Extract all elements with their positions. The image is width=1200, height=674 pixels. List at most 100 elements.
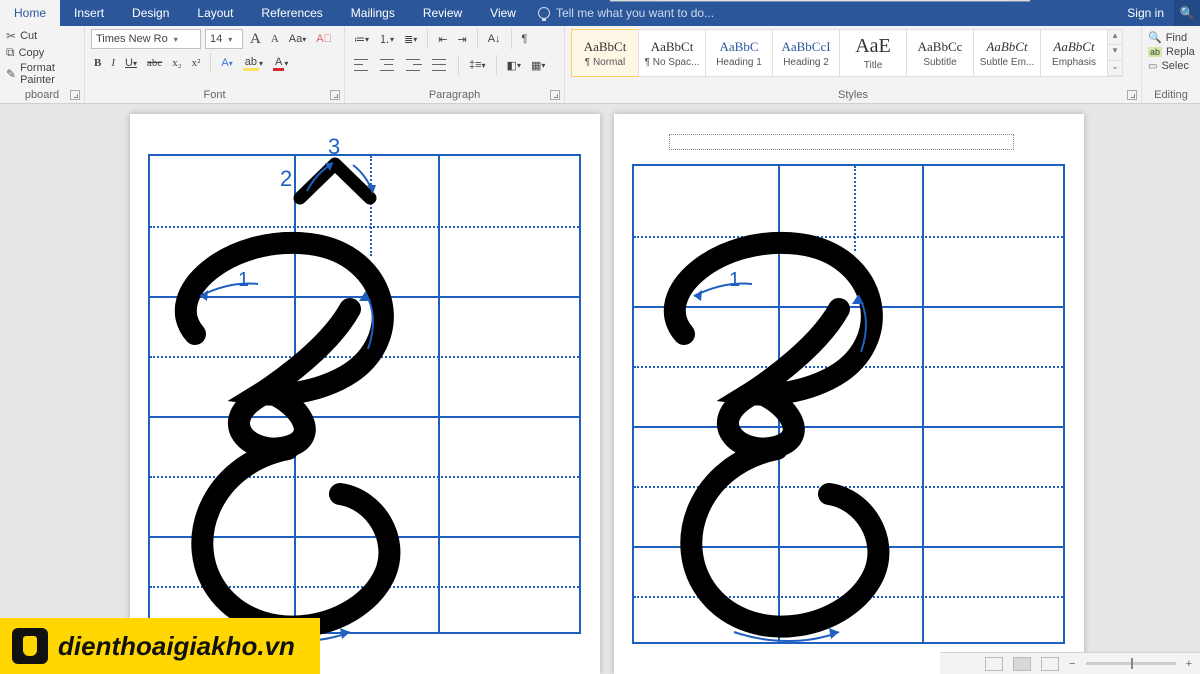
- u-label: U: [125, 57, 133, 69]
- paragraph-dialog-launcher[interactable]: [550, 90, 560, 100]
- highlight-button[interactable]: ab▾: [240, 55, 266, 72]
- menu-tabs: Home Insert Design Layout References Mai…: [0, 0, 1200, 26]
- scissors-icon: [6, 29, 16, 43]
- tab-review[interactable]: Review: [409, 0, 476, 26]
- decrease-indent-button[interactable]: ⇤: [435, 32, 450, 47]
- group-clipboard: Cut Copy Format Painter pboard: [0, 26, 85, 103]
- painter-label: Format Painter: [20, 62, 78, 86]
- group-editing: Find Repla Selec Editing: [1142, 26, 1200, 103]
- select-button[interactable]: Selec: [1148, 60, 1194, 72]
- style-subtitle[interactable]: AaBbCcSubtitle: [906, 29, 974, 77]
- chevron-down-icon: ▾: [228, 35, 232, 44]
- subscript-button[interactable]: x₂: [169, 56, 184, 70]
- web-layout-button[interactable]: [1041, 657, 1059, 671]
- logo-icon: [12, 628, 48, 664]
- styles-scroll[interactable]: ▴: [1108, 30, 1122, 45]
- font-dialog-launcher[interactable]: [330, 90, 340, 100]
- line-spacing-button[interactable]: ‡≡▾: [466, 58, 489, 72]
- tell-me[interactable]: Tell me what you want to do...: [538, 0, 714, 26]
- justify-button[interactable]: [429, 56, 451, 74]
- paragraph-group-label: Paragraph: [345, 89, 564, 101]
- font-size-combo[interactable]: 14 ▾: [205, 29, 243, 49]
- group-styles: AaBbCt¶ NormalAaBbCt¶ No Spac...AaBbCHea…: [565, 26, 1142, 103]
- replace-label: Repla: [1166, 46, 1195, 58]
- change-case-button[interactable]: Aa▾: [286, 29, 309, 49]
- format-painter-button[interactable]: Format Painter: [6, 62, 78, 86]
- find-button[interactable]: Find: [1148, 31, 1194, 44]
- find-label: Find: [1166, 32, 1187, 44]
- sign-in-link[interactable]: Sign in: [1117, 0, 1174, 26]
- styles-group-label: Styles: [565, 89, 1141, 101]
- status-bar: − +: [940, 652, 1200, 674]
- brush-icon: [6, 67, 16, 81]
- multilevel-button[interactable]: ≣▾: [401, 32, 420, 47]
- align-left-button[interactable]: [351, 56, 373, 74]
- tab-references[interactable]: References: [247, 0, 336, 26]
- style-heading-1[interactable]: AaBbCHeading 1: [705, 29, 773, 77]
- search-icon[interactable]: 🔍: [1174, 0, 1200, 26]
- superscript-button[interactable]: x²: [189, 56, 204, 70]
- style-title[interactable]: AaETitle: [839, 29, 907, 77]
- styles-dialog-launcher[interactable]: [1127, 90, 1137, 100]
- text-effects-button[interactable]: A▾: [218, 56, 235, 70]
- tab-view[interactable]: View: [476, 0, 530, 26]
- borders-button[interactable]: ▦▾: [528, 58, 548, 73]
- strikethrough-button[interactable]: abc: [144, 56, 165, 70]
- clipboard-dialog-launcher[interactable]: [70, 90, 80, 100]
- zoom-slider[interactable]: [1086, 662, 1176, 665]
- style---no-spac---[interactable]: AaBbCt¶ No Spac...: [638, 29, 706, 77]
- increase-indent-button[interactable]: ⇥: [454, 32, 469, 47]
- tab-design[interactable]: Design: [118, 0, 183, 26]
- tab-layout[interactable]: Layout: [183, 0, 247, 26]
- styles-scroll[interactable]: ▾: [1108, 45, 1122, 60]
- font-size-value: 14: [210, 33, 222, 45]
- page-1: 2 3 1: [130, 114, 600, 674]
- bold-button[interactable]: B: [91, 56, 104, 70]
- font-name-combo[interactable]: Times New Ro▾: [91, 29, 201, 49]
- replace-button[interactable]: Repla: [1148, 46, 1194, 58]
- styles-scroll[interactable]: ⌄: [1108, 61, 1122, 76]
- cut-label: Cut: [20, 30, 37, 42]
- tab-mailings[interactable]: Mailings: [337, 0, 409, 26]
- horizontal-ruler[interactable]: 2246810121418: [610, 0, 1030, 2]
- shading-button[interactable]: ◧▾: [504, 58, 524, 73]
- zoom-out-button[interactable]: −: [1069, 658, 1075, 670]
- numbering-button[interactable]: ⒈▾: [376, 30, 397, 48]
- style-emphasis[interactable]: AaBbCtEmphasis: [1040, 29, 1108, 77]
- italic-button[interactable]: I: [108, 56, 118, 70]
- copy-icon: [6, 45, 15, 60]
- editing-group-label: Editing: [1142, 89, 1200, 101]
- caret-arrows: [295, 149, 385, 204]
- bullets-button[interactable]: ≔▾: [351, 32, 372, 47]
- tell-me-label: Tell me what you want to do...: [556, 6, 714, 20]
- grow-font-button[interactable]: A: [247, 29, 264, 49]
- tab-home[interactable]: Home: [0, 0, 60, 26]
- indent-marker-icon[interactable]: [655, 0, 667, 2]
- read-mode-button[interactable]: [985, 657, 1003, 671]
- document-area[interactable]: 2 3 1: [0, 104, 1200, 674]
- print-layout-button[interactable]: [1013, 657, 1031, 671]
- case-label: Aa: [289, 33, 302, 45]
- zoom-in-button[interactable]: +: [1186, 658, 1192, 670]
- style-heading-2[interactable]: AaBbCcIHeading 2: [772, 29, 840, 77]
- align-center-button[interactable]: [377, 56, 399, 74]
- show-marks-button[interactable]: ¶: [519, 32, 531, 46]
- font-color-button[interactable]: A▾: [270, 55, 291, 72]
- style---normal[interactable]: AaBbCt¶ Normal: [571, 29, 639, 77]
- clear-formatting-button[interactable]: A⃠: [313, 29, 335, 49]
- sort-button[interactable]: A↓: [485, 32, 504, 46]
- replace-icon: [1148, 46, 1162, 58]
- copy-button[interactable]: Copy: [6, 45, 78, 60]
- underline-button[interactable]: U▾: [122, 56, 140, 70]
- group-font: Times New Ro▾ 14▾ A A Aa▾ A⃠ B I U▾ abc …: [85, 26, 345, 103]
- cut-button[interactable]: Cut: [6, 29, 78, 43]
- align-right-button[interactable]: [403, 56, 425, 74]
- select-icon: [1148, 60, 1157, 72]
- text-cursor-field[interactable]: [669, 134, 1014, 150]
- font-name-value: Times New Ro: [96, 33, 168, 45]
- tab-insert[interactable]: Insert: [60, 0, 118, 26]
- bulb-icon: [538, 7, 550, 19]
- style-subtle-em---[interactable]: AaBbCtSubtle Em...: [973, 29, 1041, 77]
- styles-gallery: AaBbCt¶ NormalAaBbCt¶ No Spac...AaBbCHea…: [571, 29, 1135, 77]
- shrink-font-button[interactable]: A: [268, 29, 282, 49]
